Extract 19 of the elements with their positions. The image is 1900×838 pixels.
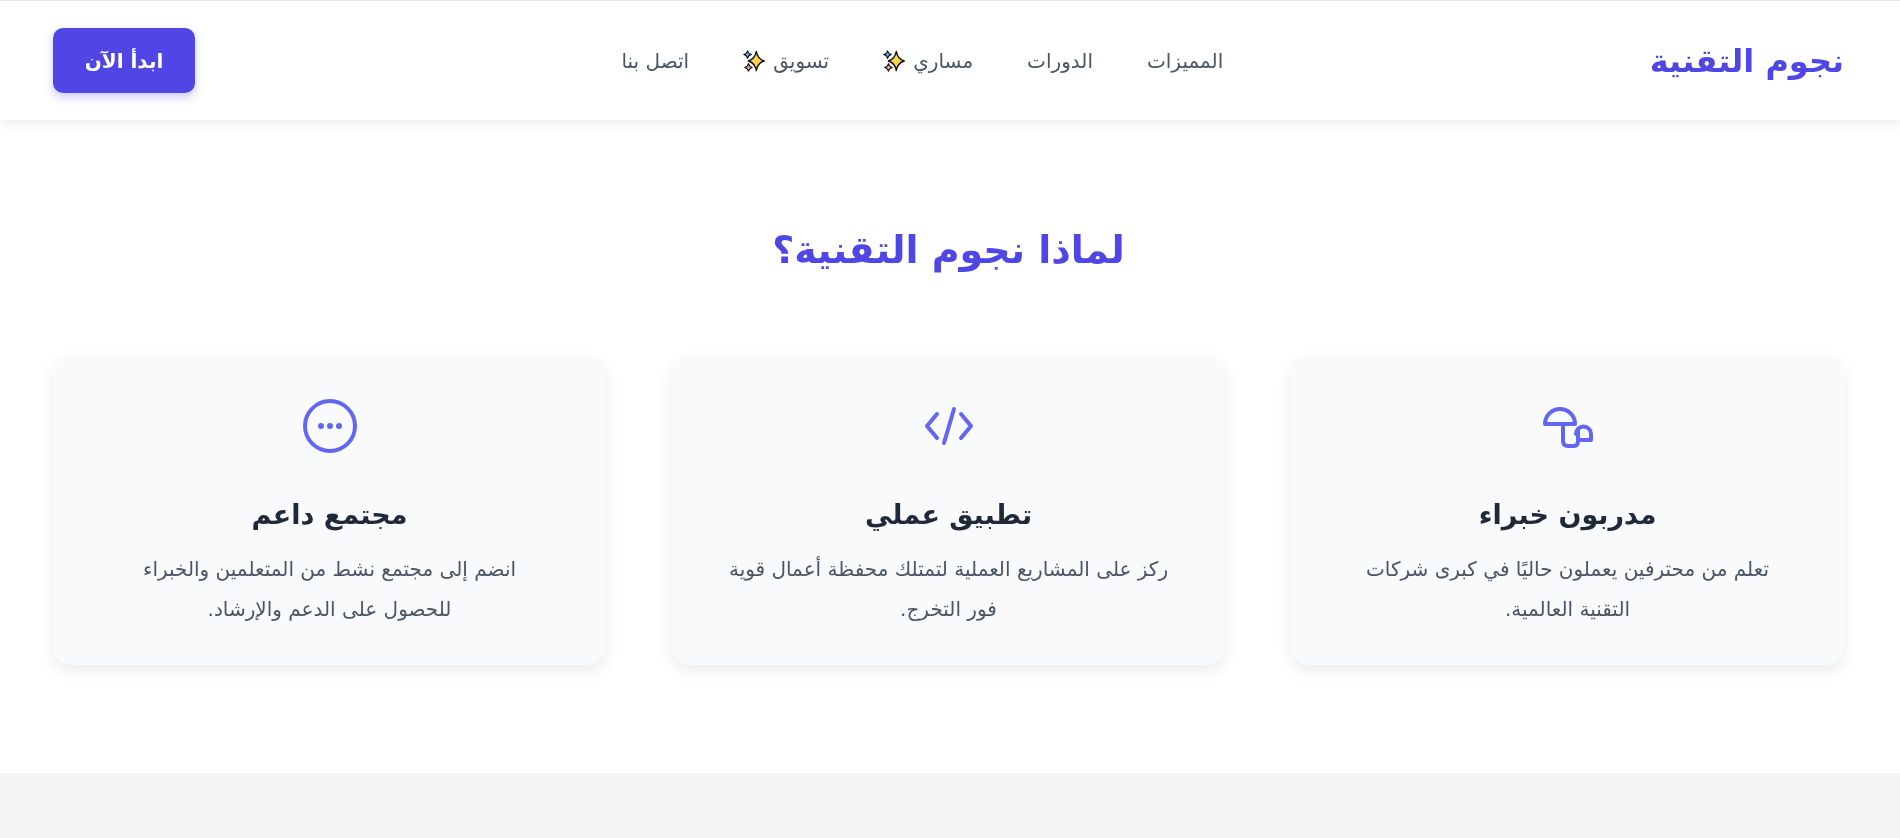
nav-link[interactable]: الدورات bbox=[1027, 45, 1093, 76]
nav-link[interactable]: تسويق bbox=[743, 45, 830, 76]
nav-link[interactable]: مساري bbox=[883, 45, 974, 76]
card-title: تطبيق عملي bbox=[864, 498, 1033, 533]
chat-dots-icon bbox=[302, 399, 357, 453]
card-title: مجتمع داعم bbox=[251, 498, 408, 533]
sparkles-icon bbox=[883, 49, 906, 72]
section-title: لماذا نجوم التقنية؟ bbox=[771, 227, 1126, 275]
nav-link[interactable]: اتصل بنا bbox=[621, 45, 690, 76]
logo-link[interactable]: نجوم التقنية bbox=[1649, 38, 1844, 83]
overlapping-shapes-icon bbox=[1542, 404, 1593, 448]
card-title: مدربون خبراء bbox=[1478, 498, 1657, 533]
card-description: انضم إلى مجتمع نشط من المتعلمين والخبراء للحصول على الدعم والإرشاد. bbox=[142, 556, 517, 623]
code-icon bbox=[923, 406, 974, 446]
card-description: تعلم من محترفين يعملون حاليًا في كبرى شركات التقنية العالمية. bbox=[1365, 556, 1770, 623]
card-description: ركز على المشاريع العملية لتمتلك محفظة أعمال قوية فور التخرج. bbox=[728, 555, 1169, 623]
sparkles-icon bbox=[743, 49, 766, 72]
nav-link[interactable]: المميزات bbox=[1146, 45, 1224, 76]
start-now-button[interactable]: ابدأ الآن bbox=[53, 28, 195, 93]
